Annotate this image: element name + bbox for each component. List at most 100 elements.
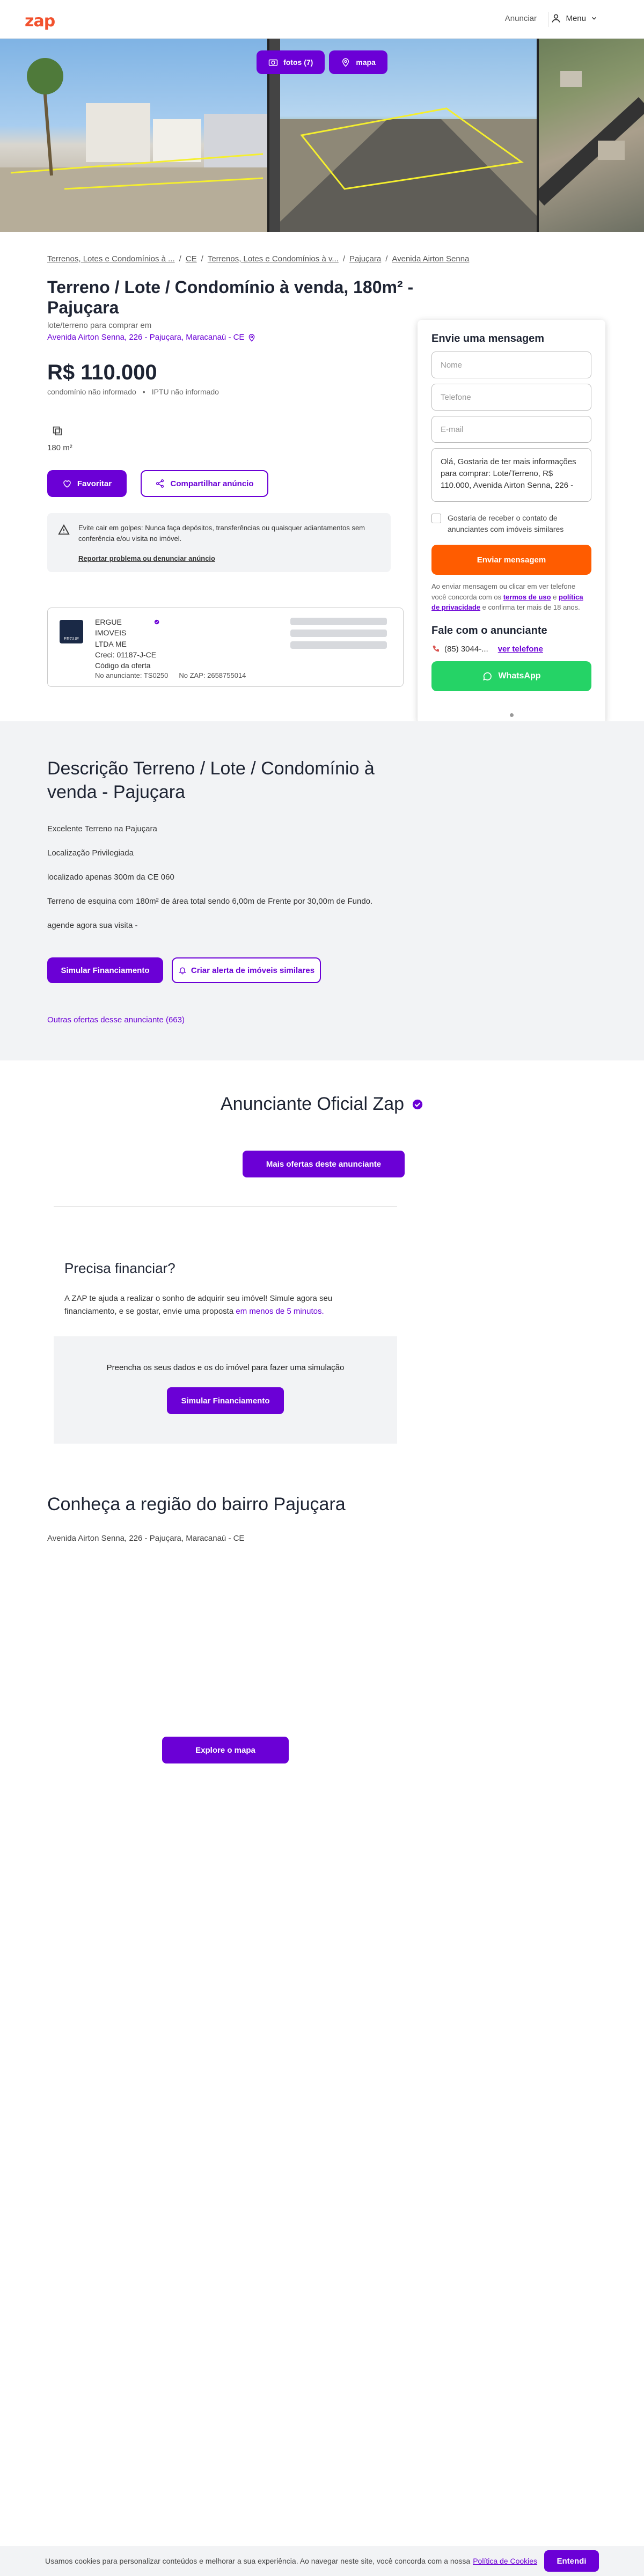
zap-number: No ZAP: 2658755014 xyxy=(179,671,246,680)
description-line: localizado apenas 300m da CE 060 xyxy=(47,873,174,882)
see-phone-link[interactable]: ver telefone xyxy=(498,645,543,654)
description-line: Localização Privilegiada xyxy=(47,848,134,858)
camera-icon xyxy=(268,59,278,66)
description-section: Descrição Terreno / Lote / Condomínio à … xyxy=(0,721,644,1060)
financing-text: A ZAP te ajuda a realizar o sonho de adq… xyxy=(64,1294,333,1316)
warning-text: Evite cair em golpes: Nunca faça depósit… xyxy=(78,524,365,543)
create-alert-button[interactable]: Criar alerta de imóveis similares xyxy=(172,957,321,983)
phone-row: (85) 3044-... ver telefone xyxy=(431,645,591,654)
advertiser-creci: Creci: 01187-J-CE xyxy=(95,650,157,659)
breadcrumb-item-current[interactable]: Avenida Airton Senna xyxy=(392,254,469,264)
other-offers-link[interactable]: Outras ofertas desse anunciante (663) xyxy=(47,1015,185,1024)
zap-logo[interactable]: zap xyxy=(25,12,55,31)
terms-link[interactable]: termos de uso xyxy=(503,593,551,601)
share-label: Compartilhar anúncio xyxy=(170,479,254,488)
advertiser-name-row: ERGUE IMOVEIS LTDA ME xyxy=(95,617,159,649)
bell-icon xyxy=(178,967,186,975)
description-title: Descrição Terreno / Lote / Condomínio à … xyxy=(47,758,375,803)
description-text: Excelente Terreno na Pajuçara Localizaçã… xyxy=(47,824,372,945)
financing-box-text: Preencha os seus dados e os do imóvel pa… xyxy=(106,1363,345,1372)
scam-warning: Evite cair em golpes: Nunca faça depósit… xyxy=(47,513,391,572)
accept-cookies-button[interactable]: Entendi xyxy=(544,2550,599,2572)
whatsapp-label: WhatsApp xyxy=(498,671,541,680)
advertiser-info: ERGUE IMOVEIS LTDA ME Creci: 01187-J-CE … xyxy=(95,617,246,681)
map-pin-icon xyxy=(342,58,349,67)
more-offers-button[interactable]: Mais ofertas deste anunciante xyxy=(243,1151,405,1177)
verified-badge-icon xyxy=(154,619,159,625)
advertise-link[interactable]: Anunciar xyxy=(505,14,537,23)
warning-icon xyxy=(58,524,70,535)
financing-title: Precisa financiar? xyxy=(64,1260,175,1276)
breadcrumb-item[interactable]: Terrenos, Lotes e Condomínios à v... xyxy=(208,254,339,264)
cookie-text: Usamos cookies para personalizar conteúd… xyxy=(45,2557,471,2565)
verified-badge-icon xyxy=(412,1099,423,1109)
favorite-button[interactable]: Favoritar xyxy=(47,470,127,497)
map-pin-icon xyxy=(249,333,255,342)
loading-placeholder xyxy=(290,641,387,649)
similar-contact-checkbox[interactable] xyxy=(431,514,441,523)
breadcrumb: Terrenos, Lotes e Condomínios à ... / CE /… xyxy=(47,254,470,264)
page-title: Terreno / Lote / Condomínio à venda, 180… xyxy=(47,277,414,318)
financing-highlight: em menos de 5 minutos. xyxy=(236,1307,324,1316)
advertiser-ids: No anunciante: TS0250 No ZAP: 2658755014 xyxy=(95,671,246,681)
whatsapp-icon xyxy=(483,672,492,680)
phone-icon xyxy=(433,646,439,652)
loading-placeholder xyxy=(290,618,387,625)
cookie-policy-link[interactable]: Política de Cookies xyxy=(473,2557,537,2565)
advertiser-logo[interactable]: ERGUE xyxy=(60,620,83,643)
phone-number: (85) 3044-... xyxy=(444,644,488,654)
report-link[interactable]: Reportar problema ou denunciar anúncio xyxy=(78,553,380,564)
similar-contact-label: Gostaria de receber o contato de anuncia… xyxy=(448,514,564,533)
name-field[interactable]: Nome xyxy=(431,352,591,378)
simulate-financing-button[interactable]: Simular Financiamento xyxy=(47,957,163,983)
advertiser-card: ERGUE ERGUE IMOVEIS LTDA ME Creci: 01187… xyxy=(47,608,404,687)
area-value: 180 m² xyxy=(47,443,72,452)
message-field[interactable]: Olá, Gostaria de ter mais informações pa… xyxy=(431,448,591,502)
email-field[interactable]: E-mail xyxy=(431,416,591,443)
favorite-label: Favoritar xyxy=(77,479,112,488)
map-button[interactable]: mapa xyxy=(329,50,387,74)
site-header: zap Anunciar Menu xyxy=(0,0,644,39)
photos-button[interactable]: fotos (7) xyxy=(257,50,325,74)
user-icon xyxy=(552,14,560,23)
advertiser-contact-title: Fale com o anunciante xyxy=(431,624,547,636)
condo-fee: condomínio não informado xyxy=(47,387,136,396)
share-button[interactable]: Compartilhar anúncio xyxy=(141,470,268,497)
offer-code-label: Código da oferta xyxy=(95,661,151,670)
explore-map-button[interactable]: Explore o mapa xyxy=(162,1737,289,1763)
advertiser-number: No anunciante: TS0250 xyxy=(95,671,169,680)
menu-button[interactable]: Menu xyxy=(551,13,598,24)
photo-gallery[interactable]: fotos (7) mapa xyxy=(0,39,644,232)
photos-label: fotos (7) xyxy=(283,58,313,67)
breadcrumb-item[interactable]: CE xyxy=(186,254,197,264)
description-line: Excelente Terreno na Pajuçara xyxy=(47,824,157,833)
send-message-button[interactable]: Enviar mensagem xyxy=(431,545,591,575)
breadcrumb-item[interactable]: Pajuçara xyxy=(349,254,381,264)
breadcrumb-item[interactable]: Terrenos, Lotes e Condomínios à ... xyxy=(47,254,175,264)
official-advertiser-title: Anunciante Oficial Zap xyxy=(220,1094,405,1114)
phone-field[interactable]: Telefone xyxy=(431,384,591,411)
iptu: IPTU não informado xyxy=(151,387,219,396)
official-advertiser-heading: Anunciante Oficial Zap xyxy=(0,1094,644,1115)
area-icon xyxy=(53,426,62,436)
scroll-indicator xyxy=(510,713,514,717)
simulate-financing-button[interactable]: Simular Financiamento xyxy=(167,1387,284,1414)
advertiser-name[interactable]: ERGUE IMOVEIS LTDA ME xyxy=(95,617,143,649)
address-label: lote/terreno para comprar em xyxy=(47,321,152,330)
address-text: Avenida Airton Senna, 226 - Pajuçara, Ma… xyxy=(47,333,245,342)
description-line: Terreno de esquina com 180m² de área tot… xyxy=(47,897,373,906)
whatsapp-button[interactable]: WhatsApp xyxy=(431,661,591,691)
bullet-separator: • xyxy=(142,387,145,396)
share-icon xyxy=(156,479,164,488)
loading-placeholder xyxy=(290,630,387,637)
menu-label: Menu xyxy=(566,13,586,23)
description-line: agende agora sua visita - xyxy=(47,921,138,930)
chevron-down-icon xyxy=(591,17,597,20)
region-title: Conheça a região do bairro Pajuçara xyxy=(47,1494,346,1514)
region-address: Avenida Airton Senna, 226 - Pajuçara, Ma… xyxy=(47,1534,245,1543)
contact-title: Envie uma mensagem xyxy=(431,333,545,345)
address-link[interactable]: Avenida Airton Senna, 226 - Pajuçara, Ma… xyxy=(47,333,256,342)
gallery-actions: fotos (7) mapa xyxy=(0,50,644,74)
map-label: mapa xyxy=(356,58,376,67)
similar-contact-option: Gostaria de receber o contato de anuncia… xyxy=(431,513,591,535)
